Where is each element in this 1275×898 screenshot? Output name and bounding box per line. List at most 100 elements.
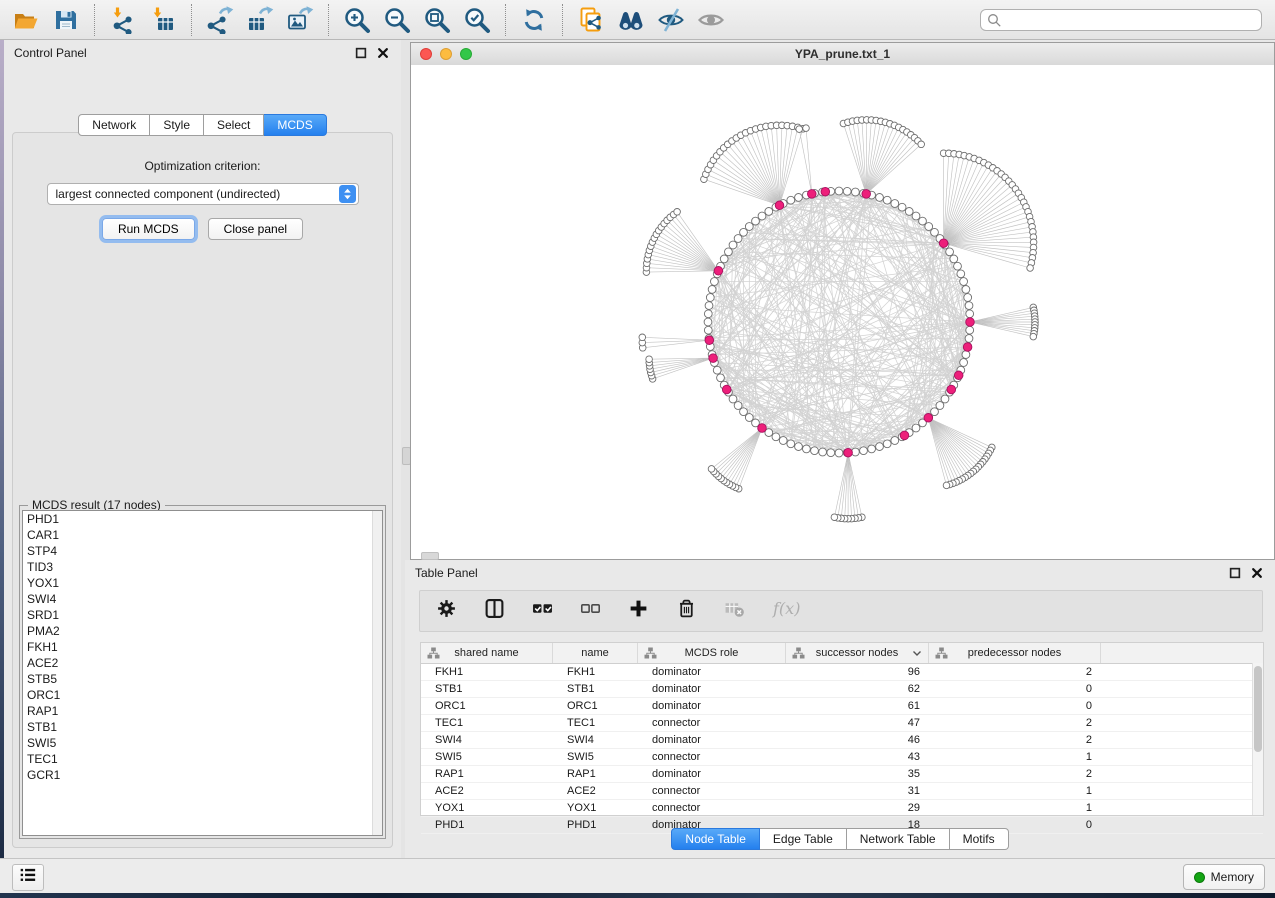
- apply-layout-button[interactable]: [516, 3, 552, 37]
- application-window: Control Panel NetworkStyleSelectMCDS Opt…: [0, 0, 1275, 898]
- table-cell: STB1: [421, 681, 553, 697]
- column-header-shared-name[interactable]: shared name: [421, 643, 553, 663]
- network-graph[interactable]: [411, 65, 1274, 558]
- mcds-result-item[interactable]: ORC1: [23, 687, 382, 703]
- mcds-result-item[interactable]: PHD1: [23, 511, 382, 527]
- deselect-all-button[interactable]: [580, 598, 601, 624]
- mcds-result-item[interactable]: TEC1: [23, 751, 382, 767]
- import-table-button[interactable]: [145, 3, 181, 37]
- columns-icon: [484, 598, 505, 624]
- tab-node-table[interactable]: Node Table: [671, 828, 760, 850]
- mcds-result-scrollbar[interactable]: [372, 511, 382, 835]
- import-network-button[interactable]: [105, 3, 141, 37]
- close-table-panel-icon[interactable]: [1249, 565, 1265, 581]
- table-row[interactable]: SWI4SWI4dominator462: [421, 732, 1263, 749]
- save-session-button[interactable]: [48, 3, 84, 37]
- run-mcds-button[interactable]: Run MCDS: [102, 218, 195, 240]
- table-cell: connector: [638, 783, 786, 799]
- table-cell: STB1: [553, 681, 638, 697]
- new-network-from-selection-button[interactable]: [573, 3, 609, 37]
- mcds-result-list[interactable]: PHD1CAR1STP4TID3YOX1SWI4SRD1PMA2FKH1ACE2…: [22, 510, 383, 836]
- delete-columns-button[interactable]: [676, 598, 697, 624]
- create-column-button[interactable]: [628, 598, 649, 624]
- zoom-fit-button[interactable]: [419, 3, 455, 37]
- tab-network-table[interactable]: Network Table: [847, 828, 950, 850]
- mcds-result-item[interactable]: SWI4: [23, 591, 382, 607]
- horizontal-splitter-grip[interactable]: [421, 552, 439, 560]
- table-row[interactable]: STB1STB1dominator620: [421, 681, 1263, 698]
- table-cell: connector: [638, 715, 786, 731]
- table-row[interactable]: RAP1RAP1dominator352: [421, 766, 1263, 783]
- network-window-titlebar[interactable]: YPA_prune.txt_1: [411, 43, 1274, 66]
- table-cell: 43: [786, 749, 929, 765]
- open-session-button[interactable]: [8, 3, 44, 37]
- tab-edge-table[interactable]: Edge Table: [760, 828, 847, 850]
- column-header-successor-nodes[interactable]: successor nodes: [786, 643, 929, 663]
- tab-motifs[interactable]: Motifs: [950, 828, 1009, 850]
- memory-button[interactable]: Memory: [1183, 864, 1265, 890]
- mcds-result-item[interactable]: SWI5: [23, 735, 382, 751]
- mcds-result-item[interactable]: PMA2: [23, 623, 382, 639]
- mcds-result-item[interactable]: GCR1: [23, 767, 382, 783]
- table-tabs: Node TableEdge TableNetwork TableMotifs: [405, 828, 1275, 850]
- mcds-result-item[interactable]: STB1: [23, 719, 382, 735]
- table-cell: dominator: [638, 664, 786, 680]
- show-hidden-button[interactable]: [693, 3, 729, 37]
- table-row[interactable]: SWI5SWI5connector431: [421, 749, 1263, 766]
- mcds-result-item[interactable]: RAP1: [23, 703, 382, 719]
- doc-share-icon: [577, 6, 605, 34]
- table-scrollbar-thumb[interactable]: [1254, 666, 1262, 752]
- table-mode-button[interactable]: [436, 598, 457, 624]
- memory-label: Memory: [1211, 870, 1254, 884]
- network-canvas[interactable]: [411, 65, 1274, 559]
- show-all-button[interactable]: [613, 3, 649, 37]
- mcds-tab-content: Optimization criterion: largest connecte…: [12, 132, 393, 848]
- column-header-predecessor-nodes[interactable]: predecessor nodes: [929, 643, 1101, 663]
- zoom-selected-button[interactable]: [459, 3, 495, 37]
- select-all-button[interactable]: [532, 598, 553, 624]
- zoom-out-button[interactable]: [379, 3, 415, 37]
- table-row[interactable]: ACE2ACE2connector311: [421, 783, 1263, 800]
- mcds-result-item[interactable]: FKH1: [23, 639, 382, 655]
- zoom-in-button[interactable]: [339, 3, 375, 37]
- function-builder-button: f(x): [772, 598, 806, 624]
- table-row[interactable]: TEC1TEC1connector472: [421, 715, 1263, 732]
- mcds-result-item[interactable]: STB5: [23, 671, 382, 687]
- float-panel-icon[interactable]: [353, 45, 369, 61]
- column-header-MCDS-role[interactable]: MCDS role: [638, 643, 786, 663]
- tab-mcds[interactable]: MCDS: [264, 114, 326, 136]
- hide-selected-button[interactable]: [653, 3, 689, 37]
- gear-icon: [436, 598, 457, 624]
- table-cell: 2: [929, 715, 1101, 731]
- export-table-icon: [246, 6, 274, 34]
- mcds-result-item[interactable]: ACE2: [23, 655, 382, 671]
- table-cell: 61: [786, 698, 929, 714]
- mcds-result-item[interactable]: TID3: [23, 559, 382, 575]
- show-columns-button[interactable]: [484, 598, 505, 624]
- import-network-icon: [109, 6, 137, 34]
- table-row[interactable]: YOX1YOX1connector291: [421, 800, 1263, 817]
- sort-chevron-icon[interactable]: [912, 649, 922, 661]
- tab-select[interactable]: Select: [204, 114, 264, 136]
- search-input[interactable]: [980, 9, 1262, 31]
- tab-network[interactable]: Network: [78, 114, 150, 136]
- export-network-button[interactable]: [202, 3, 238, 37]
- mcds-result-item[interactable]: CAR1: [23, 527, 382, 543]
- export-table-button[interactable]: [242, 3, 278, 37]
- float-table-panel-icon[interactable]: [1227, 565, 1243, 581]
- table-row[interactable]: ORC1ORC1dominator610: [421, 698, 1263, 715]
- mcds-result-item[interactable]: STP4: [23, 543, 382, 559]
- table-panel-title: Table Panel: [415, 566, 478, 580]
- column-header-name[interactable]: name: [553, 643, 638, 663]
- table-scrollbar[interactable]: [1252, 663, 1263, 815]
- export-image-button[interactable]: [282, 3, 318, 37]
- table-cell: dominator: [638, 766, 786, 782]
- mcds-result-item[interactable]: YOX1: [23, 575, 382, 591]
- table-row[interactable]: FKH1FKH1dominator962: [421, 664, 1263, 681]
- close-panel-icon[interactable]: [375, 45, 391, 61]
- optimization-criterion-select[interactable]: largest connected component (undirected): [47, 183, 359, 205]
- mcds-result-item[interactable]: SRD1: [23, 607, 382, 623]
- tab-style[interactable]: Style: [150, 114, 204, 136]
- automation-menu-button[interactable]: [12, 864, 44, 891]
- close-panel-button[interactable]: Close panel: [208, 218, 303, 240]
